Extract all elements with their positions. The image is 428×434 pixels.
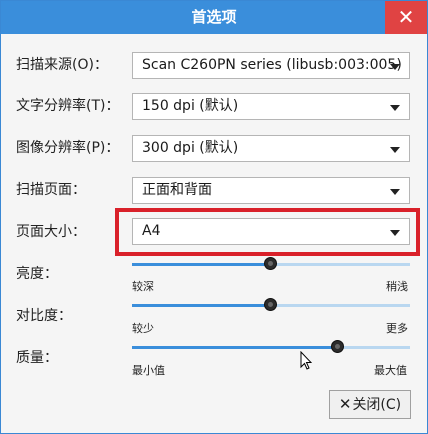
chevron-down-icon [390, 64, 400, 70]
contrast-slider-fill [132, 304, 271, 307]
chevron-down-icon [390, 105, 400, 111]
photo-resolution-label: 图像分辨率(P)： [16, 140, 120, 156]
scan-sides-select[interactable]: 正面和背面 [132, 177, 410, 204]
photo-resolution-select[interactable]: 300 dpi (默认) [132, 135, 410, 162]
quality-min-label: 最小值 [132, 364, 165, 377]
text-resolution-label: 文字分辨率(T)： [16, 98, 120, 114]
scan-source-value: Scan C260PN series (libusb:003:005) [142, 57, 402, 73]
text-resolution-value: 150 dpi (默认) [142, 98, 239, 114]
preferences-window: 首选项 ✕ 扫描来源(O)： Scan C260PN series (libus… [0, 0, 428, 434]
scan-source-label: 扫描来源(O)： [16, 57, 108, 73]
close-button-label: 关闭(C) [352, 397, 402, 413]
page-size-highlight-box [115, 208, 420, 256]
contrast-label: 对比度： [16, 308, 72, 324]
text-resolution-select[interactable]: 150 dpi (默认) [132, 93, 410, 120]
quality-max-label: 最大值 [374, 364, 407, 377]
contrast-slider[interactable] [132, 298, 410, 311]
quality-slider-fill [132, 346, 338, 349]
brightness-slider-thumb[interactable] [264, 257, 277, 270]
brightness-label: 亮度： [16, 266, 58, 282]
quality-slider[interactable] [132, 340, 410, 353]
chevron-down-icon [390, 189, 400, 195]
contrast-min-label: 较少 [132, 322, 154, 335]
brightness-min-label: 较深 [132, 280, 154, 293]
contrast-max-label: 更多 [386, 322, 408, 335]
contrast-slider-thumb[interactable] [264, 298, 277, 311]
scan-source-select[interactable]: Scan C260PN series (libusb:003:005) [132, 52, 410, 79]
brightness-max-label: 稍浅 [386, 280, 408, 293]
quality-slider-thumb[interactable] [330, 340, 344, 353]
close-button[interactable]: ✕关闭(C) [329, 390, 411, 419]
title-bar[interactable]: 首选项 ✕ [1, 1, 427, 34]
quality-label: 质量： [16, 350, 58, 366]
scan-sides-value: 正面和背面 [142, 182, 212, 198]
brightness-slider[interactable] [132, 257, 410, 270]
scan-sides-label: 扫描页面： [16, 182, 86, 198]
window-close-button[interactable]: ✕ [385, 1, 427, 34]
mouse-cursor-icon [300, 351, 312, 370]
chevron-down-icon [390, 147, 400, 153]
page-size-label: 页面大小： [16, 224, 86, 240]
photo-resolution-value: 300 dpi (默认) [142, 140, 239, 156]
brightness-slider-fill [132, 263, 271, 266]
close-icon: ✕ [338, 395, 352, 413]
window-title: 首选项 [191, 8, 237, 26]
